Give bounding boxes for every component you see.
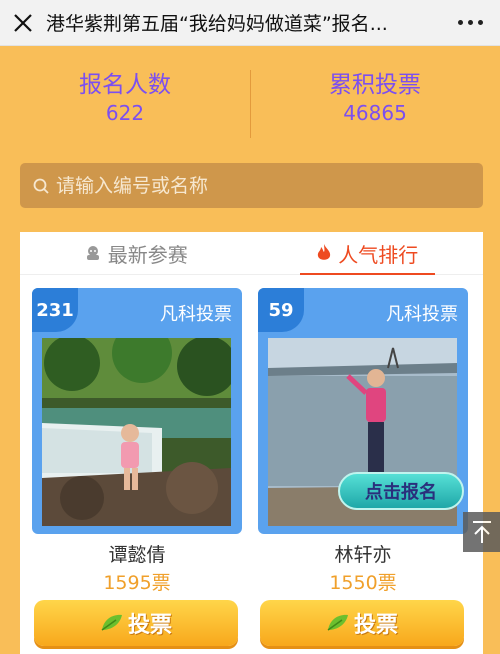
tab-newest[interactable]: 最新参赛: [20, 232, 252, 274]
tab-label: 人气排行: [338, 242, 419, 267]
tab-popularity[interactable]: 人气排行: [252, 232, 484, 275]
stats-bar: 报名人数 622 累积投票 46865: [0, 62, 500, 140]
stat-signups: 报名人数 622: [0, 62, 250, 140]
vote-button-label: 投票: [127, 613, 172, 638]
leaf-icon: [101, 614, 122, 631]
vote-count: 1595票: [103, 572, 171, 594]
card-frame: 231 凡科投票: [32, 288, 242, 534]
stat-label: 报名人数: [79, 72, 171, 98]
stat-value: 622: [105, 101, 145, 125]
search-input[interactable]: [56, 174, 483, 197]
vote-button-label: 投票: [353, 613, 398, 638]
more-icon: [457, 20, 463, 25]
title-bar: 港华紫荆第五届“我给妈妈做道菜”报名...: [0, 0, 500, 46]
vote-button[interactable]: 投票: [260, 600, 464, 646]
card-frame: 59 凡科投票 点击报名: [258, 288, 468, 534]
contestant-photo[interactable]: [42, 338, 231, 526]
rank-badge: 231: [32, 288, 78, 332]
signup-button[interactable]: 点击报名: [338, 472, 464, 510]
search-bar[interactable]: [20, 163, 483, 208]
leaf-icon: [327, 614, 348, 631]
stat-value: 46865: [343, 101, 407, 125]
stat-divider: [250, 70, 251, 138]
back-to-top-icon: [472, 521, 491, 543]
stat-label: 累积投票: [329, 72, 421, 98]
contestant-name: 林轩亦: [334, 544, 392, 566]
vote-button[interactable]: 投票: [34, 600, 238, 646]
tab-label: 最新参赛: [107, 242, 188, 267]
vote-count: 1550票: [329, 572, 397, 594]
close-button[interactable]: [0, 0, 46, 46]
vote-brand-label: 凡科投票: [160, 304, 232, 325]
close-icon: [14, 13, 32, 32]
back-to-top-button[interactable]: [463, 512, 500, 552]
more-button[interactable]: [440, 0, 500, 46]
vote-brand-label: 凡科投票: [386, 304, 458, 325]
contestant-panel: 最新参赛 人气排行 231 凡科投票 谭懿倩 1595票 投票 59 凡科投票 …: [20, 232, 483, 654]
tab-bar: 最新参赛 人气排行: [20, 232, 483, 275]
flame-icon: [318, 244, 331, 260]
page-title: 港华紫荆第五届“我给妈妈做道菜”报名...: [46, 13, 388, 35]
newest-icon: [86, 246, 99, 260]
search-icon: [33, 178, 49, 194]
contestant-name: 谭懿倩: [108, 544, 166, 566]
rank-badge: 59: [258, 288, 304, 332]
stat-total-votes: 累积投票 46865: [250, 62, 500, 140]
